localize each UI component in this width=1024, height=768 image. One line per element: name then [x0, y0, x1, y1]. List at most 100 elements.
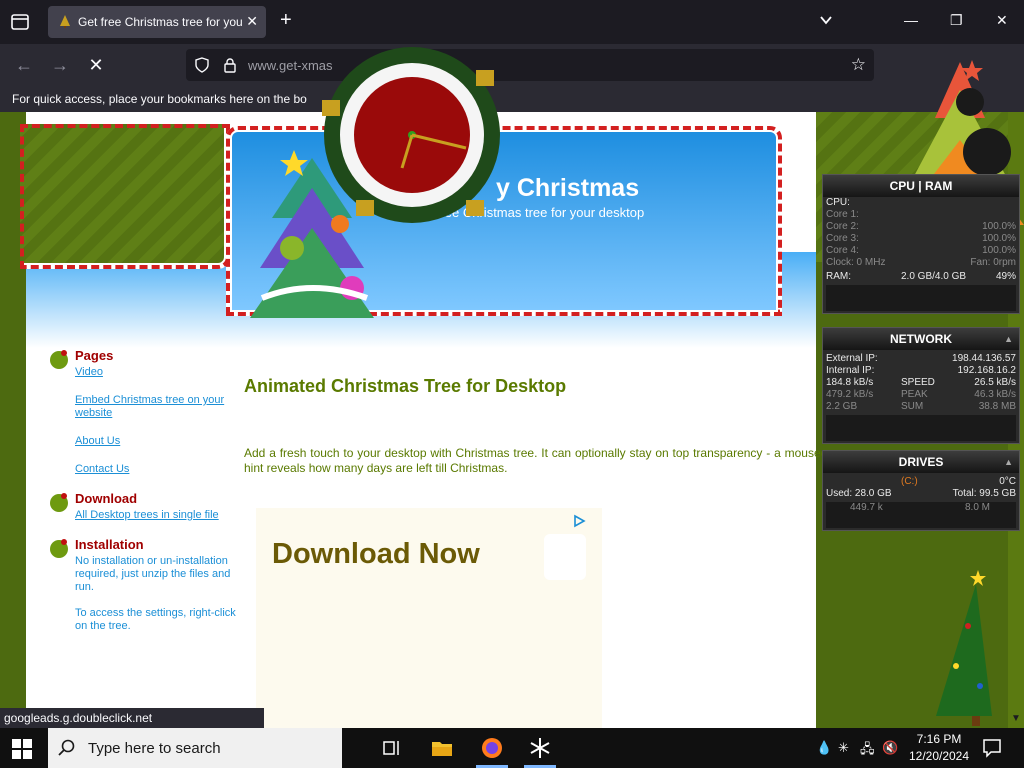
download-section: Download All Desktop trees in single fil… — [48, 491, 238, 522]
drive-graph: 449.7 k 8.0 M — [826, 502, 1016, 528]
tab-title: Get free Christmas tree for your — [78, 15, 243, 29]
task-view-icon[interactable] — [380, 736, 404, 760]
drive-write: 8.0 M — [964, 502, 990, 513]
peak-label: PEAK — [901, 389, 928, 400]
sidebar: Pages Video Embed Christmas tree on your… — [48, 348, 238, 646]
core-value: 100.0% — [982, 233, 1016, 244]
external-ip-label: External IP: — [826, 353, 878, 364]
clock-date: 12/20/2024 — [908, 749, 970, 763]
scroll-down-icon[interactable]: ▼ — [1011, 713, 1021, 724]
snowflake-app-icon[interactable] — [528, 736, 552, 760]
embed-tree-link[interactable]: Embed Christmas tree on your website — [75, 394, 238, 420]
ram-value: 2.0 GB/4.0 GB — [901, 271, 967, 282]
snowflake-tray-icon[interactable]: ✳ — [838, 740, 849, 756]
up-sum: 38.8 MB — [978, 401, 1016, 412]
shield-icon[interactable] — [194, 57, 210, 73]
core-label: Core 2: — [826, 221, 859, 232]
stop-loading-icon[interactable]: ✕ — [86, 55, 106, 75]
download-heading: Download — [75, 491, 138, 506]
down-sum: 2.2 GB — [826, 401, 858, 412]
close-window-icon[interactable]: ✕ — [996, 12, 1008, 29]
forward-icon[interactable]: → — [50, 55, 70, 75]
drop-icon[interactable]: 💧 — [816, 740, 832, 756]
cpu-ram-widget: CPU | RAM CPU: Core 1: Core 2: 100.0% Cor… — [822, 174, 1020, 314]
internal-ip-value: 192.168.16.2 — [957, 365, 1016, 376]
fan-speed: Fan: 0rpm — [970, 257, 1016, 268]
ad-download-button[interactable]: Download Now — [272, 538, 480, 571]
collapse-icon[interactable]: ▲ — [1004, 328, 1013, 350]
network-widget: NETWORK ▲ External IP: 198.44.136.57 Inter… — [822, 327, 1020, 444]
main-heading: Animated Christmas Tree for Desktop — [244, 376, 567, 396]
tab-close-icon[interactable]: ✕ — [246, 13, 258, 30]
drives-title: DRIVES ▲ — [823, 451, 1019, 473]
firefox-icon[interactable] — [480, 736, 504, 760]
ad-choices-icon[interactable] — [572, 514, 586, 528]
drive-row: (C:) 0°C — [823, 476, 1019, 488]
core-value: 100.0% — [982, 221, 1016, 232]
drive-total: Total: 99.5 GB — [952, 488, 1016, 499]
bookmark-star-icon[interactable]: ☆ — [851, 55, 866, 75]
main-description: Add a fresh touch to your desktop with C… — [244, 446, 844, 475]
ad-banner[interactable]: Download Now — [256, 508, 602, 728]
desktop-tree-widget[interactable] — [928, 566, 992, 726]
core-row: Core 1: — [823, 209, 1019, 221]
windows-start-icon[interactable] — [12, 739, 32, 759]
back-icon[interactable]: ← — [14, 55, 34, 75]
peak-row: 479.2 kB/s PEAK 46.3 kB/s — [823, 389, 1019, 401]
maximize-icon[interactable]: ❐ — [950, 12, 963, 29]
volume-muted-icon[interactable]: 🔇 — [882, 740, 898, 756]
about-us-link[interactable]: About Us — [75, 435, 238, 448]
drive-temp: 0°C — [999, 476, 1016, 487]
tab-list-icon[interactable] — [8, 10, 32, 34]
header-left-panel — [20, 124, 230, 269]
lock-icon[interactable] — [222, 57, 238, 73]
ornament-icon — [50, 493, 68, 512]
notifications-icon[interactable] — [982, 738, 1002, 758]
core-value: 100.0% — [982, 245, 1016, 256]
tab-active[interactable]: Get free Christmas tree for your ✕ — [48, 6, 266, 38]
cpu-row: CPU: — [823, 197, 1019, 209]
core-label: Core 1: — [826, 209, 859, 220]
url-bar[interactable]: www.get-xmas ☆ — [186, 49, 874, 81]
internal-ip-label: Internal IP: — [826, 365, 875, 376]
sum-label: SUM — [901, 401, 924, 412]
pages-section: Pages Video Embed Christmas tree on your… — [48, 348, 238, 476]
core-label: Core 3: — [826, 233, 859, 244]
all-trees-link[interactable]: All Desktop trees in single file — [75, 509, 238, 522]
chevron-down-icon[interactable] — [818, 12, 834, 28]
core-row: Core 3: 100.0% — [823, 233, 1019, 245]
settings-text: To access the settings, right-click on t… — [75, 607, 236, 632]
cpu-label: CPU: — [826, 197, 850, 208]
status-bar: googleads.g.doubleclick.net — [0, 708, 264, 728]
drive-letter: (C:) — [901, 476, 918, 487]
down-peak: 479.2 kB/s — [826, 389, 874, 400]
network-tray-icon[interactable]: 🖧 — [860, 740, 875, 762]
network-title: NETWORK ▲ — [823, 328, 1019, 350]
drive-read: 449.7 k — [850, 502, 883, 513]
sum-row: 2.2 GB SUM 38.8 MB — [823, 401, 1019, 413]
taskbar-search[interactable]: Type here to search — [48, 728, 342, 768]
core-label: Core 4: — [826, 245, 859, 256]
santa-clock-widget[interactable] — [316, 40, 526, 230]
file-explorer-icon[interactable] — [430, 736, 454, 760]
installation-section: Installation No installation or un-insta… — [48, 537, 238, 633]
collapse-icon[interactable]: ▲ — [1004, 451, 1013, 473]
ad-image — [544, 534, 586, 580]
taskbar: Type here to search 💧 ✳ 🖧 🔇 7:16 PM 12/2… — [0, 728, 1024, 768]
down-speed: 184.8 kB/s — [826, 377, 874, 388]
screen: Get free Christmas tree for your ✕ + — ❐… — [0, 0, 1024, 768]
ornament-icon — [50, 539, 68, 558]
pages-heading: Pages — [75, 348, 114, 363]
ram-label: RAM: — [826, 271, 851, 282]
clock-speed: Clock: 0 MHz — [826, 257, 886, 268]
ornament-icon — [50, 350, 68, 369]
search-placeholder: Type here to search — [88, 740, 221, 757]
installation-heading: Installation — [75, 537, 144, 552]
network-graph — [826, 415, 1016, 441]
video-link[interactable]: Video — [75, 366, 238, 379]
tree-favicon-icon — [60, 15, 70, 28]
contact-us-link[interactable]: Contact Us — [75, 463, 238, 476]
new-tab-icon[interactable]: + — [280, 9, 292, 32]
minimize-icon[interactable]: — — [904, 12, 918, 28]
taskbar-clock[interactable]: 7:16 PM 12/20/2024 — [906, 731, 972, 765]
